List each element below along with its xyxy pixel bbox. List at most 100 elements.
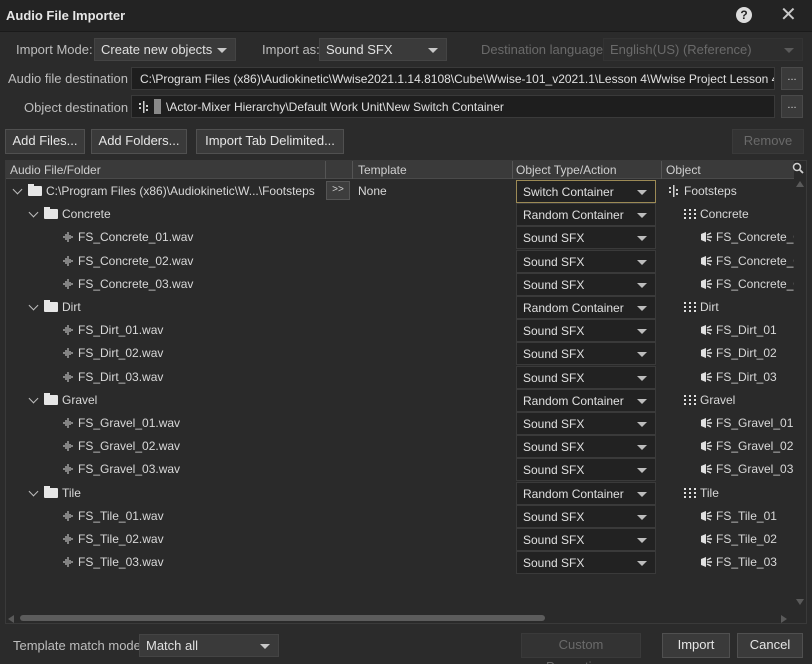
object-type-select[interactable]: Sound SFX xyxy=(516,504,656,528)
column-header-object[interactable]: Object xyxy=(666,163,701,177)
object-type-select[interactable]: Switch Container xyxy=(516,180,656,203)
object-type-value: Sound SFX xyxy=(523,370,585,385)
object-type-select[interactable]: Sound SFX xyxy=(516,249,656,273)
scroll-down-icon[interactable] xyxy=(796,599,804,605)
import-as-select[interactable]: Sound SFX xyxy=(319,38,447,61)
horizontal-scrollbar[interactable] xyxy=(6,612,794,623)
table-row[interactable]: FS_Concrete_02.wav Sound SFX FS_Concrete_0 xyxy=(6,249,794,273)
import-as-value: Sound SFX xyxy=(326,42,393,57)
object-destination-field[interactable]: \Actor-Mixer Hierarchy\Default Work Unit… xyxy=(131,95,775,118)
table-row[interactable]: C:\Program Files (x86)\Audiokinetic\W...… xyxy=(6,180,794,203)
scroll-left-icon[interactable] xyxy=(8,615,14,623)
template-value[interactable]: None xyxy=(358,184,387,198)
table-row[interactable]: FS_Dirt_02.wav Sound SFX FS_Dirt_02 xyxy=(6,342,794,366)
apply-template-button[interactable]: >> xyxy=(326,181,350,200)
chevron-down-icon[interactable] xyxy=(12,184,23,195)
add-folders-button[interactable]: Add Folders... xyxy=(91,129,187,154)
object-type-select[interactable]: Sound SFX xyxy=(516,365,656,389)
object-type-select[interactable]: Random Container xyxy=(516,388,656,412)
object-name: Concrete xyxy=(700,207,749,222)
destination-language-label: Destination language: xyxy=(481,42,607,57)
column-header-object-type[interactable]: Object Type/Action xyxy=(516,163,617,177)
import-mode-select[interactable]: Create new objects xyxy=(94,38,236,61)
chevron-down-icon xyxy=(637,306,647,311)
folder-name: C:\Program Files (x86)\Audiokinetic\W...… xyxy=(46,184,315,198)
object-type-select[interactable]: Sound SFX xyxy=(516,551,656,575)
table-row[interactable]: Tile Random Container Tile xyxy=(6,481,794,505)
table-row[interactable]: FS_Concrete_03.wav Sound SFX FS_Concrete_0 xyxy=(6,272,794,296)
table-row[interactable]: Gravel Random Container Gravel xyxy=(6,388,794,412)
scroll-right-icon[interactable] xyxy=(781,615,787,623)
table-row[interactable]: Concrete Random Container Concrete xyxy=(6,203,794,227)
help-icon[interactable]: ? xyxy=(736,7,752,23)
custom-properties-button[interactable]: Custom Properties... xyxy=(521,633,641,664)
horizontal-scroll-thumb[interactable] xyxy=(20,615,545,621)
chevron-down-icon[interactable] xyxy=(28,300,39,311)
scroll-up-icon[interactable] xyxy=(796,181,804,187)
object-type-select[interactable]: Sound SFX xyxy=(516,272,656,296)
table-row[interactable]: FS_Dirt_01.wav Sound SFX FS_Dirt_01 xyxy=(6,319,794,343)
object-type-select[interactable]: Sound SFX xyxy=(516,458,656,482)
table-row[interactable]: FS_Gravel_03.wav Sound SFX FS_Gravel_03 xyxy=(6,458,794,482)
chevron-down-icon xyxy=(637,538,647,543)
sound-sfx-icon xyxy=(701,441,712,452)
import-grid[interactable]: Audio File/Folder Template Object Type/A… xyxy=(5,160,807,624)
vertical-scrollbar[interactable] xyxy=(794,179,806,609)
remove-button[interactable]: Remove xyxy=(732,129,804,154)
chevron-down-icon xyxy=(637,398,647,404)
table-row[interactable]: FS_Concrete_01.wav Sound SFX FS_Concrete_0 xyxy=(6,226,794,250)
table-row[interactable]: FS_Tile_02.wav Sound SFX FS_Tile_02 xyxy=(6,528,794,551)
table-row[interactable]: Dirt Random Container Dirt xyxy=(6,296,794,319)
file-name: FS_Dirt_01.wav xyxy=(78,323,164,338)
cancel-button[interactable]: Cancel xyxy=(737,633,803,658)
object-type-value: Random Container xyxy=(523,301,624,315)
close-icon[interactable]: ✕ xyxy=(780,3,797,27)
table-row[interactable]: FS_Tile_03.wav Sound SFX FS_Tile_03 xyxy=(6,551,794,575)
import-button[interactable]: Import xyxy=(662,633,730,658)
object-name: FS_Gravel_03 xyxy=(716,462,794,477)
object-type-value: Sound SFX xyxy=(523,277,585,292)
chevron-down-icon xyxy=(428,48,438,53)
object-type-select[interactable]: Sound SFX xyxy=(516,342,656,366)
template-match-mode-select[interactable]: Match all xyxy=(139,634,279,657)
chevron-down-icon[interactable] xyxy=(28,393,39,404)
object-type-select[interactable]: Sound SFX xyxy=(516,226,656,250)
object-type-select[interactable]: Random Container xyxy=(516,296,656,319)
folder-icon xyxy=(44,207,58,220)
table-row[interactable]: FS_Dirt_03.wav Sound SFX FS_Dirt_03 xyxy=(6,365,794,389)
destination-language-select[interactable]: English(US) (Reference) xyxy=(603,38,803,61)
chevron-down-icon[interactable] xyxy=(28,486,39,497)
audio-file-icon xyxy=(63,371,73,382)
import-tab-delimited-button[interactable]: Import Tab Delimited... xyxy=(196,129,344,154)
column-header-template[interactable]: Template xyxy=(358,163,407,177)
add-files-button[interactable]: Add Files... xyxy=(5,129,85,154)
column-header-audio-file[interactable]: Audio File/Folder xyxy=(10,163,101,177)
table-row[interactable]: FS_Gravel_01.wav Sound SFX FS_Gravel_01 xyxy=(6,412,794,435)
table-row[interactable]: FS_Tile_01.wav Sound SFX FS_Tile_01 xyxy=(6,504,794,528)
object-type-value: Random Container xyxy=(523,208,624,223)
object-type-select[interactable]: Sound SFX xyxy=(516,435,656,459)
object-type-select[interactable]: Sound SFX xyxy=(516,528,656,551)
audio-destination-field[interactable]: C:\Program Files (x86)\Audiokinetic\Wwis… xyxy=(131,67,775,90)
object-destination-value: \Actor-Mixer Hierarchy\Default Work Unit… xyxy=(166,100,504,114)
browse-object-destination-button[interactable]: ... xyxy=(781,95,803,118)
chevron-down-icon[interactable] xyxy=(28,207,39,218)
object-type-select[interactable]: Random Container xyxy=(516,203,656,227)
object-type-value: Sound SFX xyxy=(523,347,585,362)
sound-sfx-icon xyxy=(701,371,712,382)
chevron-down-icon xyxy=(637,514,647,520)
browse-audio-destination-button[interactable]: ... xyxy=(781,67,803,90)
audio-file-icon xyxy=(63,418,73,428)
search-icon[interactable] xyxy=(792,162,804,174)
chevron-down-icon xyxy=(217,48,227,53)
random-container-icon xyxy=(684,487,696,498)
switch-container-icon xyxy=(669,185,678,197)
table-row[interactable]: FS_Gravel_02.wav Sound SFX FS_Gravel_02 xyxy=(6,435,794,459)
audio-file-icon xyxy=(63,232,73,243)
object-type-select[interactable]: Sound SFX xyxy=(516,319,656,343)
object-type-value: Sound SFX xyxy=(523,463,585,478)
audio-file-icon xyxy=(63,534,73,544)
object-type-select[interactable]: Sound SFX xyxy=(516,412,656,435)
object-type-value: Switch Container xyxy=(523,185,614,199)
object-type-select[interactable]: Random Container xyxy=(516,481,656,505)
